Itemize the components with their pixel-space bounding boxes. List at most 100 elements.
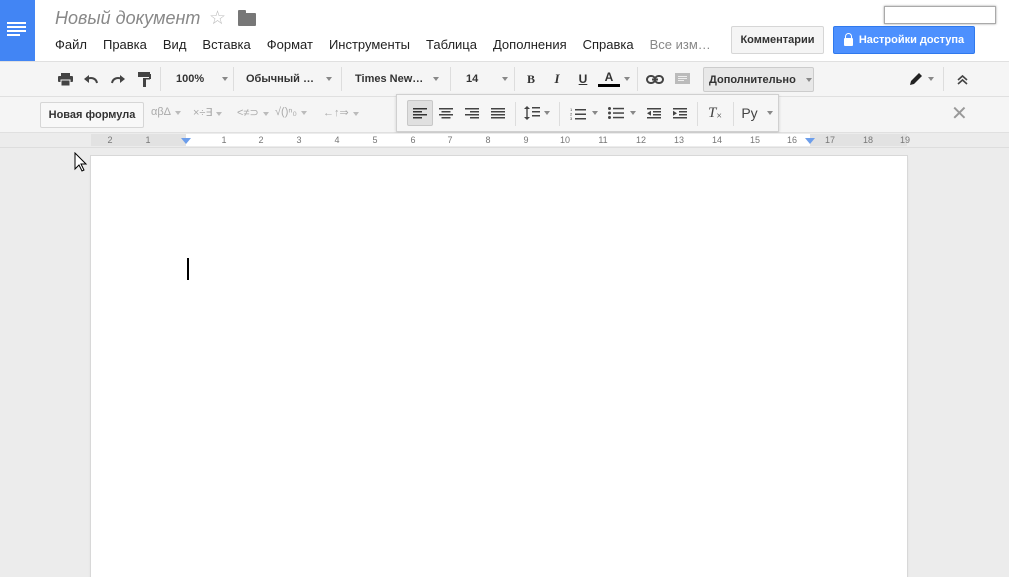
docs-header: Новый документ ☆ Файл Правка Вид Вставка…	[0, 0, 1009, 61]
account-area[interactable]	[884, 6, 996, 24]
comments-button[interactable]: Комментарии	[731, 26, 824, 54]
arrows-menu[interactable]: ←↑⇒	[323, 106, 359, 119]
pencil-icon	[909, 73, 922, 85]
operators-menu[interactable]: ×÷∃	[193, 106, 223, 119]
text-color-button[interactable]: A	[598, 62, 630, 96]
star-icon[interactable]: ☆	[209, 7, 226, 30]
greek-letters-label: αβΔ	[151, 106, 172, 118]
ruler-number: 5	[372, 135, 378, 145]
greek-letters-menu[interactable]: αβΔ	[151, 106, 182, 118]
font-select[interactable]: Times New…	[347, 62, 439, 96]
ruler-number: 16	[786, 135, 798, 145]
bulleted-list-button[interactable]	[603, 100, 641, 126]
bulleted-list-icon	[608, 107, 624, 119]
paint-format-icon[interactable]	[134, 62, 154, 96]
document-page[interactable]	[91, 156, 907, 577]
editing-mode-button[interactable]	[904, 62, 938, 96]
left-indent-marker[interactable]	[181, 138, 191, 144]
collapse-toolbar-icon[interactable]	[952, 62, 972, 96]
svg-text:3: 3	[570, 116, 573, 120]
menu-file[interactable]: Файл	[55, 37, 87, 53]
menu-format[interactable]: Формат	[267, 37, 313, 53]
chevron-down-icon	[592, 111, 598, 115]
menu-addons[interactable]: Дополнения	[493, 37, 567, 53]
chevron-down-icon	[502, 77, 508, 81]
input-language-label: Ру	[741, 105, 758, 121]
chevron-down-icon	[433, 77, 439, 81]
comment-icon[interactable]	[672, 62, 692, 96]
menu-edit[interactable]: Правка	[103, 37, 147, 53]
clear-formatting-icon[interactable]: T ×	[702, 100, 728, 126]
menu-table[interactable]: Таблица	[426, 37, 477, 53]
ruler-number: 18	[862, 135, 874, 145]
share-button[interactable]: Настройки доступа	[833, 26, 975, 54]
chevron-down-icon	[262, 112, 269, 116]
last-edit-status[interactable]: Все изм…	[650, 37, 711, 53]
relations-menu[interactable]: <≠⊃	[237, 106, 269, 119]
align-left-icon	[413, 107, 427, 118]
ruler-number: 17	[824, 135, 836, 145]
redo-icon[interactable]	[107, 62, 127, 96]
numbered-list-button[interactable]: 123	[565, 100, 603, 126]
ruler[interactable]: 2 1 1 2 3 4 5 6 7 8 9 10 11 12 13 14 15 …	[0, 133, 1009, 148]
right-indent-marker[interactable]	[805, 138, 815, 144]
close-icon[interactable]: ✕	[951, 104, 968, 124]
align-left-button[interactable]	[407, 100, 433, 126]
more-button[interactable]: Дополнительно	[703, 67, 814, 92]
lock-icon	[843, 33, 853, 46]
chevron-down-icon	[216, 112, 223, 116]
chevron-down-icon	[805, 77, 812, 82]
chevron-down-icon	[624, 77, 630, 81]
paragraph-style-select[interactable]: Обычный …	[238, 62, 332, 96]
ruler-number: 15	[749, 135, 761, 145]
align-justify-button[interactable]	[485, 100, 511, 126]
align-justify-icon	[491, 107, 505, 118]
chevron-down-icon	[630, 111, 636, 115]
chevron-down-icon	[544, 111, 550, 115]
ruler-left-margin	[91, 134, 186, 146]
menu-help[interactable]: Справка	[583, 37, 634, 53]
menu-bar: Файл Правка Вид Вставка Формат Инструмен…	[55, 37, 727, 53]
decrease-indent-button[interactable]	[641, 100, 667, 126]
align-center-button[interactable]	[433, 100, 459, 126]
align-right-button[interactable]	[459, 100, 485, 126]
arrows-label: ←↑⇒	[323, 107, 349, 119]
increase-indent-button[interactable]	[667, 100, 693, 126]
paragraph-style-value: Обычный …	[246, 73, 314, 85]
italic-button[interactable]: I	[548, 62, 566, 96]
relations-label: <≠⊃	[237, 107, 259, 119]
link-icon[interactable]	[644, 62, 666, 96]
folder-icon[interactable]	[238, 10, 256, 26]
ruler-number: 7	[447, 135, 453, 145]
ruler-number: 2	[258, 135, 264, 145]
undo-icon[interactable]	[81, 62, 101, 96]
input-tools-button[interactable]: Ру	[737, 100, 777, 126]
ruler-number: 14	[711, 135, 723, 145]
bold-button[interactable]: B	[522, 62, 540, 96]
print-icon[interactable]	[55, 62, 75, 96]
math-operations-menu[interactable]: √()ⁿ₀	[275, 106, 307, 118]
ruler-number: 19	[899, 135, 911, 145]
math-operations-label: √()ⁿ₀	[275, 106, 297, 118]
chevron-down-icon	[175, 111, 182, 115]
ruler-number: 1	[221, 135, 227, 145]
share-button-label: Настройки доступа	[858, 34, 965, 46]
align-center-icon	[439, 107, 453, 118]
document-title[interactable]: Новый документ	[55, 8, 200, 29]
docs-logo-icon[interactable]	[0, 0, 35, 61]
new-equation-button[interactable]: Новая формула	[40, 102, 144, 128]
font-size-select[interactable]: 14	[458, 62, 508, 96]
font-value: Times New…	[355, 73, 424, 85]
menu-view[interactable]: Вид	[163, 37, 187, 53]
underline-button[interactable]: U	[574, 62, 592, 96]
line-spacing-button[interactable]	[519, 100, 555, 126]
ruler-number: 4	[334, 135, 340, 145]
menu-insert[interactable]: Вставка	[202, 37, 250, 53]
zoom-select[interactable]: 100%	[168, 62, 228, 96]
ruler-number: 13	[673, 135, 685, 145]
menu-tools[interactable]: Инструменты	[329, 37, 410, 53]
chevron-down-icon	[222, 77, 228, 81]
chevron-down-icon	[766, 111, 773, 115]
ruler-number: 2	[107, 135, 113, 145]
chevron-down-icon	[352, 112, 359, 116]
